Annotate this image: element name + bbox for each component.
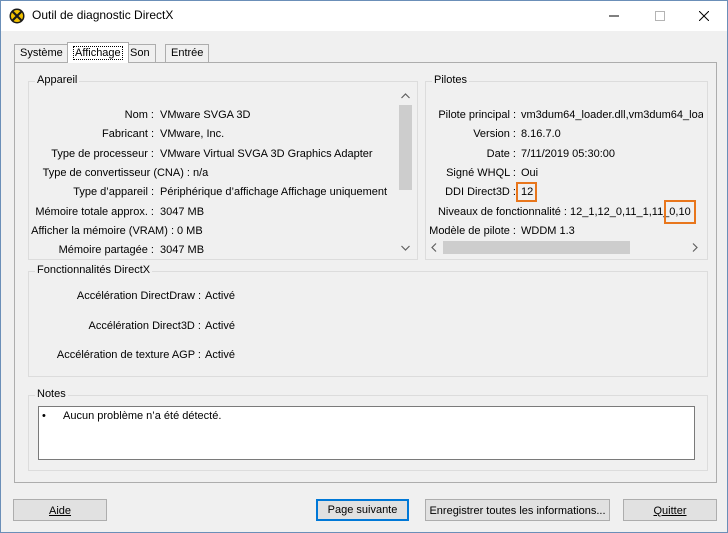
notes-textbox[interactable]: • Aucun problème n’a été détecté. <box>38 406 695 460</box>
tab-affichage[interactable]: Affichage <box>67 42 129 63</box>
minimize-button[interactable] <box>591 1 637 31</box>
feature-value: Activé <box>205 320 235 332</box>
device-label: Type de processeur : <box>51 148 154 160</box>
tab-entree[interactable]: Entrée <box>165 44 210 62</box>
exit-button-label: Quitter <box>653 505 687 517</box>
driver-label: Modèle de pilote : <box>429 225 516 237</box>
device-value: 3047 MB <box>160 244 205 256</box>
driver-label: Pilote principal : <box>438 109 516 121</box>
feature-label: Accélération de texture AGP : <box>56 349 201 361</box>
device-value: 0 MB <box>177 225 203 237</box>
device-label: Fabricant : <box>102 128 154 140</box>
device-label: Afficher la mémoire (VRAM) : <box>31 225 174 237</box>
driver-label: DDI Direct3D : <box>445 186 516 198</box>
help-button-label: Aide <box>48 505 72 517</box>
next-page-button[interactable]: Page suivante <box>316 499 409 521</box>
chevron-down-icon[interactable] <box>401 245 410 251</box>
device-vertical-scrollbar[interactable] <box>398 89 413 256</box>
feature-label: Accélération DirectDraw : <box>76 290 201 302</box>
driver-value: WDDM 1.3 <box>521 225 575 237</box>
device-value: VMware SVGA 3D <box>160 109 251 121</box>
driver-label: Date : <box>486 148 516 160</box>
driver-value: 7/11/2019 05:30:00 <box>521 148 615 160</box>
device-value: n/a <box>193 167 209 179</box>
tab-systeme[interactable]: Système <box>14 44 69 62</box>
chevron-up-icon[interactable] <box>401 93 410 99</box>
device-label: Type d’appareil : <box>73 186 154 198</box>
scrollbar-thumb[interactable] <box>399 105 412 190</box>
chevron-left-icon[interactable] <box>431 243 437 252</box>
minimize-icon <box>609 15 619 17</box>
tab-son[interactable]: Son <box>124 44 156 62</box>
notes-text: Aucun problème n’a été détecté. <box>63 410 222 422</box>
driver-value: Oui <box>521 167 539 179</box>
maximize-icon <box>655 11 665 21</box>
drivers-horizontal-scrollbar[interactable] <box>427 240 703 255</box>
exit-button[interactable]: Quitter <box>623 499 717 521</box>
save-all-button-label: Enregistrer toutes les informations... <box>429 505 606 517</box>
tab-label: Entrée <box>171 47 204 59</box>
dxdiag-window: Outil de diagnostic DirectX Système Affi… <box>0 0 728 533</box>
device-label: Mémoire partagée : <box>58 244 154 256</box>
features-group-title: Fonctionnalités DirectX <box>35 264 153 276</box>
feature-value: Activé <box>205 290 235 302</box>
driver-label: Niveaux de fonctionnalité : <box>437 206 567 218</box>
close-icon <box>699 11 709 21</box>
tab-label: Système <box>20 47 63 59</box>
scrollbar-thumb[interactable] <box>443 241 630 254</box>
directx-icon <box>9 8 25 24</box>
tab-label: Son <box>130 47 150 59</box>
notes-group-title: Notes <box>35 388 68 400</box>
next-page-button-label: Page suivante <box>327 504 398 516</box>
chevron-right-icon[interactable] <box>692 243 698 252</box>
driver-value: vm3dum64_loader.dll,vm3dum64_load <box>521 109 703 121</box>
device-value: Périphérique d’affichage Affichage uniqu… <box>160 186 388 198</box>
tab-label: Affichage <box>73 46 123 60</box>
feature-level-highlight <box>664 200 696 224</box>
close-button[interactable] <box>681 1 727 31</box>
feature-label: Accélération Direct3D : <box>88 320 202 332</box>
title-bar[interactable]: Outil de diagnostic DirectX <box>1 1 727 31</box>
device-label: Nom : <box>124 109 154 121</box>
device-label: Type de convertisseur (CNA) : <box>42 167 190 179</box>
help-button[interactable]: Aide <box>13 499 107 521</box>
device-label: Mémoire totale approx. : <box>35 206 154 218</box>
drivers-group-title: Pilotes <box>432 74 470 86</box>
device-list[interactable]: Nom : VMware SVGA 3D Fabricant : VMware,… <box>30 95 398 258</box>
maximize-button <box>637 1 683 31</box>
driver-value: 8.16.7.0 <box>521 128 561 140</box>
driver-label: Version : <box>473 128 516 140</box>
driver-label: Signé WHQL : <box>446 167 516 179</box>
feature-value: Activé <box>205 349 235 361</box>
device-value: VMware Virtual SVGA 3D Graphics Adapter <box>160 148 373 160</box>
window-title: Outil de diagnostic DirectX <box>32 8 174 22</box>
device-group-title: Appareil <box>35 74 80 86</box>
device-value: 3047 MB <box>160 206 205 218</box>
drivers-list[interactable]: Pilote principal : vm3dum64_loader.dll,v… <box>427 95 703 240</box>
notes-bullet: • <box>42 410 46 422</box>
save-all-button[interactable]: Enregistrer toutes les informations... <box>425 499 610 521</box>
device-value: VMware, Inc. <box>160 128 225 140</box>
ddi-highlight <box>516 182 537 202</box>
